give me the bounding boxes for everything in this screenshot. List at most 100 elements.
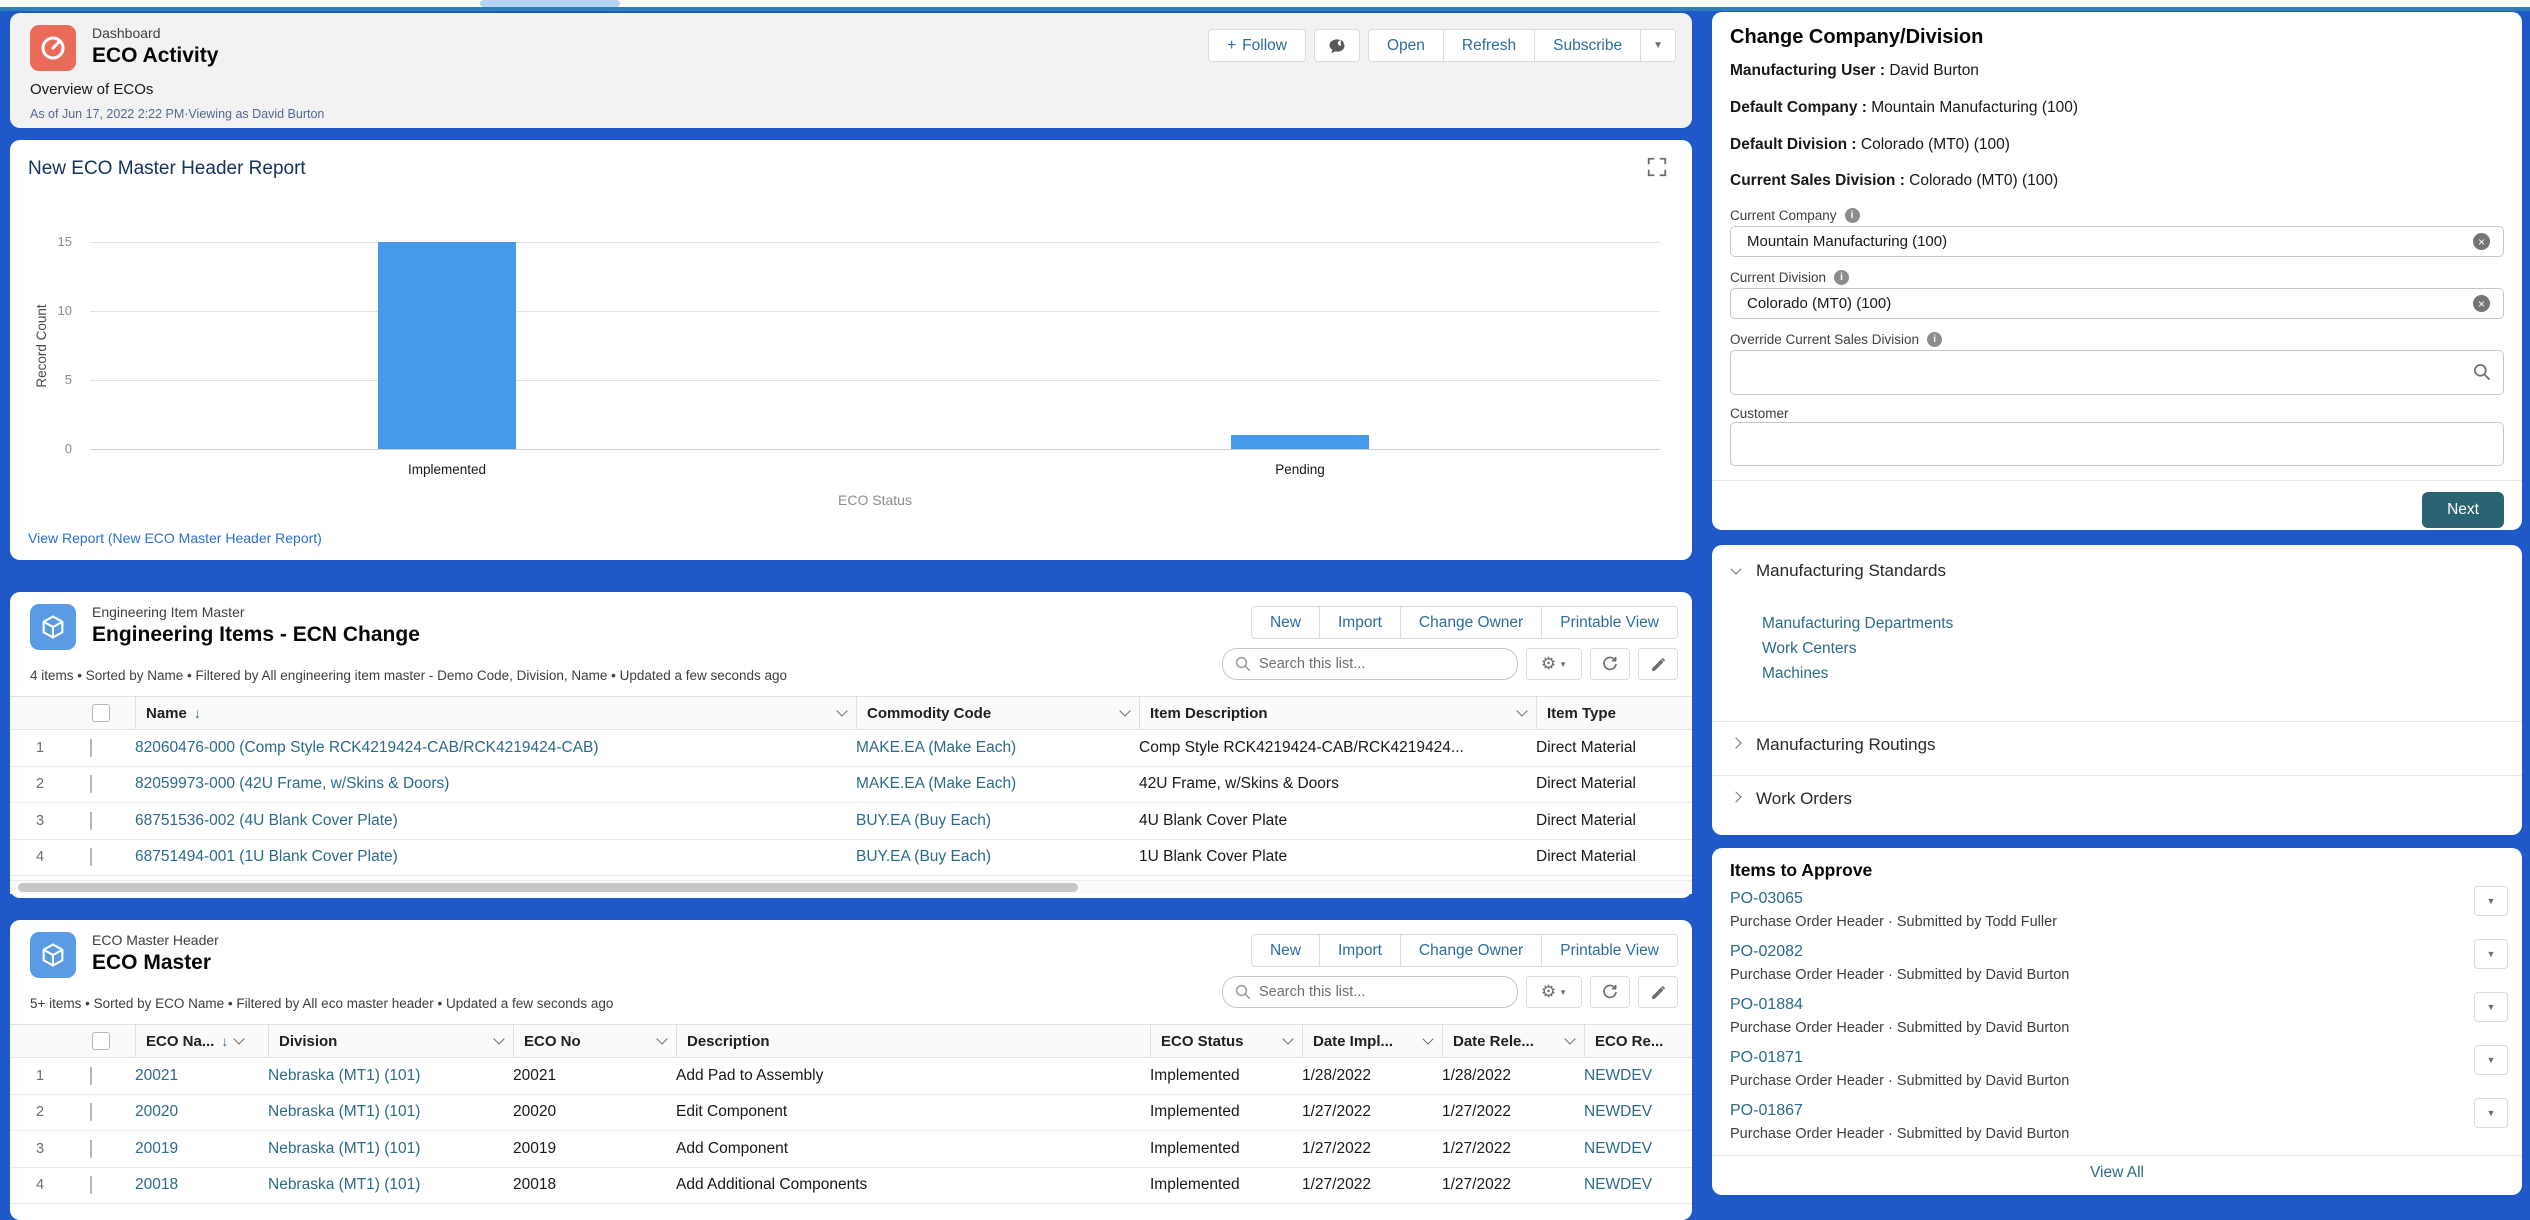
accordion-manufacturing-routings[interactable]: Manufacturing Routings — [1732, 735, 1936, 755]
eco-name-link[interactable]: 20019 — [135, 1140, 178, 1157]
new-button[interactable]: New — [1251, 934, 1320, 967]
column-header-division[interactable]: Division — [268, 1025, 513, 1057]
current-division-input[interactable] — [1730, 288, 2504, 319]
change-owner-button[interactable]: Change Owner — [1401, 606, 1542, 639]
column-menu-chevron-icon[interactable] — [1282, 1033, 1293, 1044]
approval-actions-button[interactable]: ▼ — [2474, 1098, 2508, 1128]
edit-list-button[interactable] — [1638, 976, 1678, 1008]
eco-re-link[interactable]: NEWDEV — [1584, 1103, 1652, 1120]
row-checkbox[interactable] — [90, 848, 92, 866]
row-checkbox[interactable] — [90, 775, 92, 793]
clear-icon[interactable]: × — [2473, 295, 2490, 312]
info-icon[interactable]: i — [1927, 332, 1942, 347]
column-menu-chevron-icon[interactable] — [836, 705, 847, 716]
row-checkbox[interactable] — [90, 739, 92, 757]
work-centers-link[interactable]: Work Centers — [1762, 640, 1856, 658]
item-name-link[interactable]: 68751494-001 (1U Blank Cover Plate) — [135, 848, 398, 865]
info-icon[interactable]: i — [1845, 208, 1860, 223]
accordion-manufacturing-standards[interactable]: Manufacturing Standards — [1732, 561, 1946, 581]
printable-view-button[interactable]: Printable View — [1542, 606, 1678, 639]
column-menu-chevron-icon[interactable] — [1119, 705, 1130, 716]
printable-view-button[interactable]: Printable View — [1542, 934, 1678, 967]
column-menu-chevron-icon[interactable] — [234, 1033, 245, 1044]
division-link[interactable]: Nebraska (MT1) (101) — [268, 1103, 420, 1120]
search-input[interactable] — [1222, 648, 1518, 680]
info-icon[interactable]: i — [1834, 270, 1849, 285]
eco-re-link[interactable]: NEWDEV — [1584, 1067, 1652, 1084]
next-button[interactable]: Next — [2422, 492, 2504, 528]
open-button[interactable]: Open — [1368, 29, 1444, 62]
search-input[interactable] — [1222, 976, 1518, 1008]
column-menu-chevron-icon[interactable] — [1564, 1033, 1575, 1044]
row-checkbox[interactable] — [90, 1067, 92, 1085]
eco-name-link[interactable]: 20020 — [135, 1103, 178, 1120]
column-header-eco-re[interactable]: ECO Re... — [1584, 1025, 1692, 1057]
commodity-code-link[interactable]: MAKE.EA (Make Each) — [856, 739, 1016, 756]
new-button[interactable]: New — [1251, 606, 1320, 639]
subscribe-button[interactable]: Subscribe — [1535, 29, 1641, 62]
view-all-link[interactable]: View All — [1712, 1164, 2522, 1182]
column-header-item-description[interactable]: Item Description — [1139, 697, 1536, 729]
approval-actions-button[interactable]: ▼ — [2474, 939, 2508, 969]
list-settings-button[interactable]: ⚙ ▼ — [1526, 976, 1582, 1008]
item-name-link[interactable]: 68751536-002 (4U Blank Cover Plate) — [135, 812, 398, 829]
change-owner-button[interactable]: Change Owner — [1401, 934, 1542, 967]
search-icon[interactable] — [2472, 362, 2492, 382]
approval-actions-button[interactable]: ▼ — [2474, 1045, 2508, 1075]
top-scrollbar-thumb[interactable] — [480, 0, 620, 7]
column-menu-chevron-icon[interactable] — [493, 1033, 504, 1044]
column-menu-chevron-icon[interactable] — [1516, 705, 1527, 716]
column-header-eco-status[interactable]: ECO Status — [1150, 1025, 1302, 1057]
refresh-list-button[interactable] — [1590, 976, 1630, 1008]
commodity-code-link[interactable]: BUY.EA (Buy Each) — [856, 812, 991, 829]
eco-name-link[interactable]: 20018 — [135, 1176, 178, 1193]
more-actions-button[interactable]: ▼ — [1641, 29, 1676, 62]
customer-input[interactable] — [1730, 422, 2504, 466]
column-header-eco-no[interactable]: ECO No — [513, 1025, 676, 1057]
current-company-input[interactable] — [1730, 226, 2504, 257]
machines-link[interactable]: Machines — [1762, 665, 1828, 683]
refresh-list-button[interactable] — [1590, 648, 1630, 680]
row-checkbox[interactable] — [90, 812, 92, 830]
column-header-name[interactable]: Name ↓ — [135, 697, 856, 729]
eco-re-link[interactable]: NEWDEV — [1584, 1140, 1652, 1157]
division-link[interactable]: Nebraska (MT1) (101) — [268, 1140, 420, 1157]
column-menu-chevron-icon[interactable] — [656, 1033, 667, 1044]
select-all-checkbox[interactable] — [92, 704, 110, 722]
follow-button[interactable]: + Follow — [1208, 29, 1306, 62]
division-link[interactable]: Nebraska (MT1) (101) — [268, 1067, 420, 1084]
column-header-commodity-code[interactable]: Commodity Code — [856, 697, 1139, 729]
eco-name-link[interactable]: 20021 — [135, 1067, 178, 1084]
column-menu-chevron-icon[interactable] — [1422, 1033, 1433, 1044]
clear-icon[interactable]: × — [2473, 233, 2490, 250]
column-header-eco-name[interactable]: ECO Na... ↓ — [135, 1025, 268, 1057]
column-header-date-impl[interactable]: Date Impl... — [1302, 1025, 1442, 1057]
list-settings-button[interactable]: ⚙ ▼ — [1526, 648, 1582, 680]
division-link[interactable]: Nebraska (MT1) (101) — [268, 1176, 420, 1193]
row-checkbox[interactable] — [90, 1176, 92, 1194]
commodity-code-link[interactable]: BUY.EA (Buy Each) — [856, 848, 991, 865]
import-button[interactable]: Import — [1320, 934, 1401, 967]
refresh-dashboard-button[interactable]: Refresh — [1444, 29, 1535, 62]
row-checkbox[interactable] — [90, 1103, 92, 1121]
horizontal-scrollbar[interactable] — [10, 880, 1692, 894]
expand-chart-button[interactable] — [1646, 156, 1670, 180]
feed-button[interactable] — [1314, 29, 1360, 62]
accordion-work-orders[interactable]: Work Orders — [1732, 789, 1852, 809]
approval-item-link[interactable]: PO-03065 — [1730, 890, 1803, 908]
commodity-code-link[interactable]: MAKE.EA (Make Each) — [856, 775, 1016, 792]
item-name-link[interactable]: 82059973-000 (42U Frame, w/Skins & Doors… — [135, 775, 449, 792]
override-sales-division-input[interactable] — [1730, 350, 2504, 395]
column-header-date-rele[interactable]: Date Rele... — [1442, 1025, 1584, 1057]
item-name-link[interactable]: 82060476-000 (Comp Style RCK4219424-CAB/… — [135, 739, 599, 756]
eco-re-link[interactable]: NEWDEV — [1584, 1176, 1652, 1193]
approval-item-link[interactable]: PO-01884 — [1730, 996, 1803, 1014]
approval-item-link[interactable]: PO-02082 — [1730, 943, 1803, 961]
edit-list-button[interactable] — [1638, 648, 1678, 680]
view-report-link[interactable]: View Report (New ECO Master Header Repor… — [28, 530, 322, 546]
row-checkbox[interactable] — [90, 1140, 92, 1158]
column-header-description[interactable]: Description — [676, 1025, 1150, 1057]
approval-actions-button[interactable]: ▼ — [2474, 886, 2508, 916]
select-all-checkbox[interactable] — [92, 1032, 110, 1050]
approval-item-link[interactable]: PO-01871 — [1730, 1049, 1803, 1067]
